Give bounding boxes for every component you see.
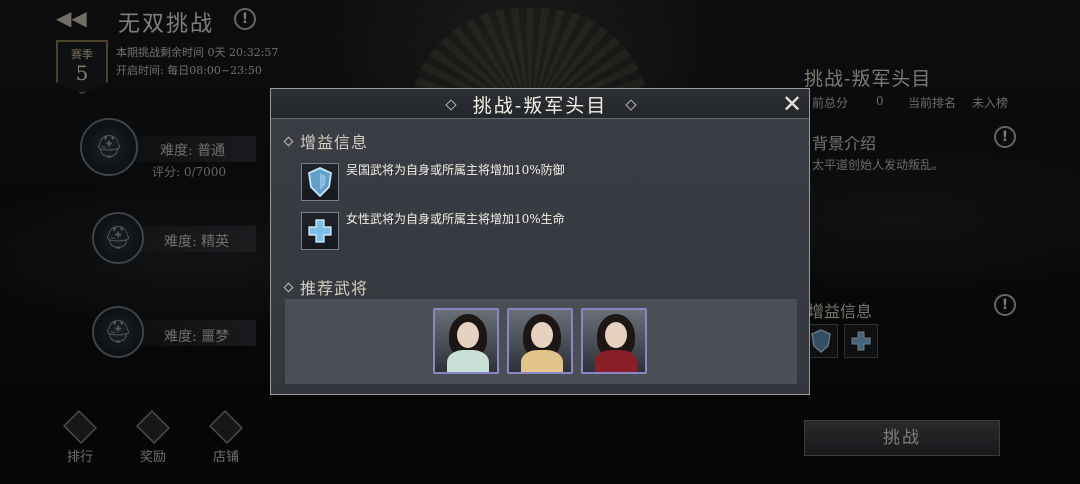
hero-body bbox=[447, 350, 489, 372]
shield-icon bbox=[308, 167, 332, 197]
buff-cross-slot[interactable] bbox=[301, 212, 339, 250]
cross-icon bbox=[308, 219, 332, 243]
recommend-section-heading: 推荐武将 bbox=[283, 275, 369, 299]
recommended-heroes-panel bbox=[285, 299, 797, 384]
hero-portrait-1[interactable] bbox=[433, 308, 499, 374]
modal-title: 挑战-叛军头目 bbox=[472, 95, 608, 117]
hero-portrait-3[interactable] bbox=[581, 308, 647, 374]
buff-section-heading: 增益信息 bbox=[283, 129, 369, 153]
diamond-icon bbox=[283, 282, 294, 293]
buff-section-label: 增益信息 bbox=[300, 133, 369, 152]
hero-face bbox=[531, 322, 553, 348]
hero-body bbox=[521, 350, 563, 372]
close-icon: ✕ bbox=[781, 90, 803, 118]
buff-shield-slot[interactable] bbox=[301, 163, 339, 201]
close-button[interactable]: ✕ bbox=[779, 91, 805, 117]
hero-portrait-2[interactable] bbox=[507, 308, 573, 374]
buff-health-text: 女性武将为自身或所属主将增加10%生命 bbox=[346, 212, 565, 226]
buff-defense-text: 吴国武将为自身或所属主将增加10%防御 bbox=[346, 163, 565, 177]
hero-body bbox=[595, 350, 637, 372]
diamond-icon bbox=[283, 136, 294, 147]
hero-face bbox=[457, 322, 479, 348]
modal-header: 挑战-叛军头目 ✕ bbox=[271, 89, 809, 119]
recommend-section-label: 推荐武将 bbox=[300, 279, 369, 298]
challenge-modal: 挑战-叛军头目 ✕ 增益信息 吴国武将为自身或所属主将增加10%防御 女性武将为… bbox=[270, 88, 810, 395]
hero-face bbox=[605, 322, 627, 348]
